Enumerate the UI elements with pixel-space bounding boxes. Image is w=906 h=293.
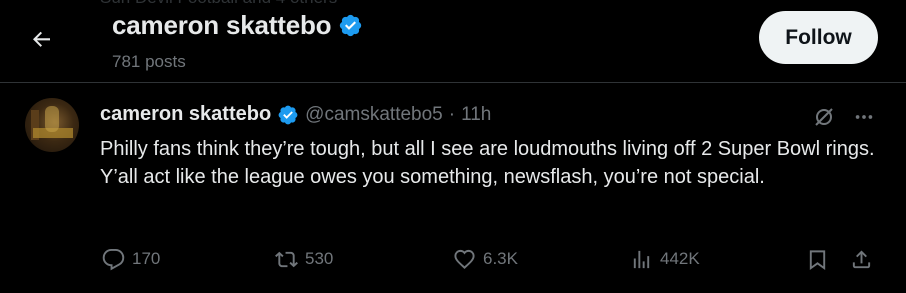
header-name-row: cameron skattebo <box>112 10 363 41</box>
tweet-header: cameron skattebo @camskattebo5 · 11h <box>100 103 491 126</box>
share-icon <box>852 249 871 268</box>
views-button[interactable]: 442K <box>630 244 700 274</box>
tweet-text: Philly fans think they’re tough, but all… <box>100 138 875 188</box>
more-options-button[interactable] <box>850 104 878 130</box>
heart-icon <box>454 249 475 269</box>
verified-badge-icon <box>340 14 362 37</box>
reply-count: 170 <box>132 249 161 268</box>
bar-chart-icon <box>633 250 650 268</box>
header-background-text: Sun Devil Football and 4 others <box>100 0 337 8</box>
follow-button[interactable]: Follow <box>759 11 878 64</box>
repost-icon <box>275 251 298 267</box>
repost-button[interactable]: 530 <box>275 244 333 274</box>
profile-header: Sun Devil Football and 4 others cameron … <box>0 0 906 82</box>
bookmark-icon <box>809 249 826 270</box>
tweet-separator: · <box>448 103 456 125</box>
like-count: 6.3K <box>483 249 518 268</box>
tweet-author-name[interactable]: cameron skattebo <box>100 103 271 126</box>
repost-count: 530 <box>305 249 334 268</box>
tweet-actions: 170 530 6.3K 442K <box>100 244 880 274</box>
views-count: 442K <box>660 249 700 268</box>
like-button[interactable]: 6.3K <box>453 244 518 274</box>
reply-button[interactable]: 170 <box>102 244 160 274</box>
bookmark-button[interactable] <box>806 244 829 274</box>
header-divider <box>0 82 906 83</box>
arrow-left-icon <box>33 31 50 47</box>
tweet-handle[interactable]: @camskattebo5 <box>305 104 443 126</box>
share-button[interactable] <box>850 244 873 274</box>
grok-button[interactable] <box>811 104 837 130</box>
tweet-time[interactable]: 11h <box>461 104 491 126</box>
verified-badge-icon <box>278 105 298 124</box>
posts-count: 781 posts <box>112 52 186 71</box>
reply-icon <box>102 248 125 270</box>
more-horizontal-icon <box>855 115 873 119</box>
grok-icon <box>815 108 833 126</box>
profile-name: cameron skattebo <box>112 10 332 40</box>
avatar[interactable] <box>25 98 79 152</box>
back-button[interactable] <box>22 19 62 59</box>
